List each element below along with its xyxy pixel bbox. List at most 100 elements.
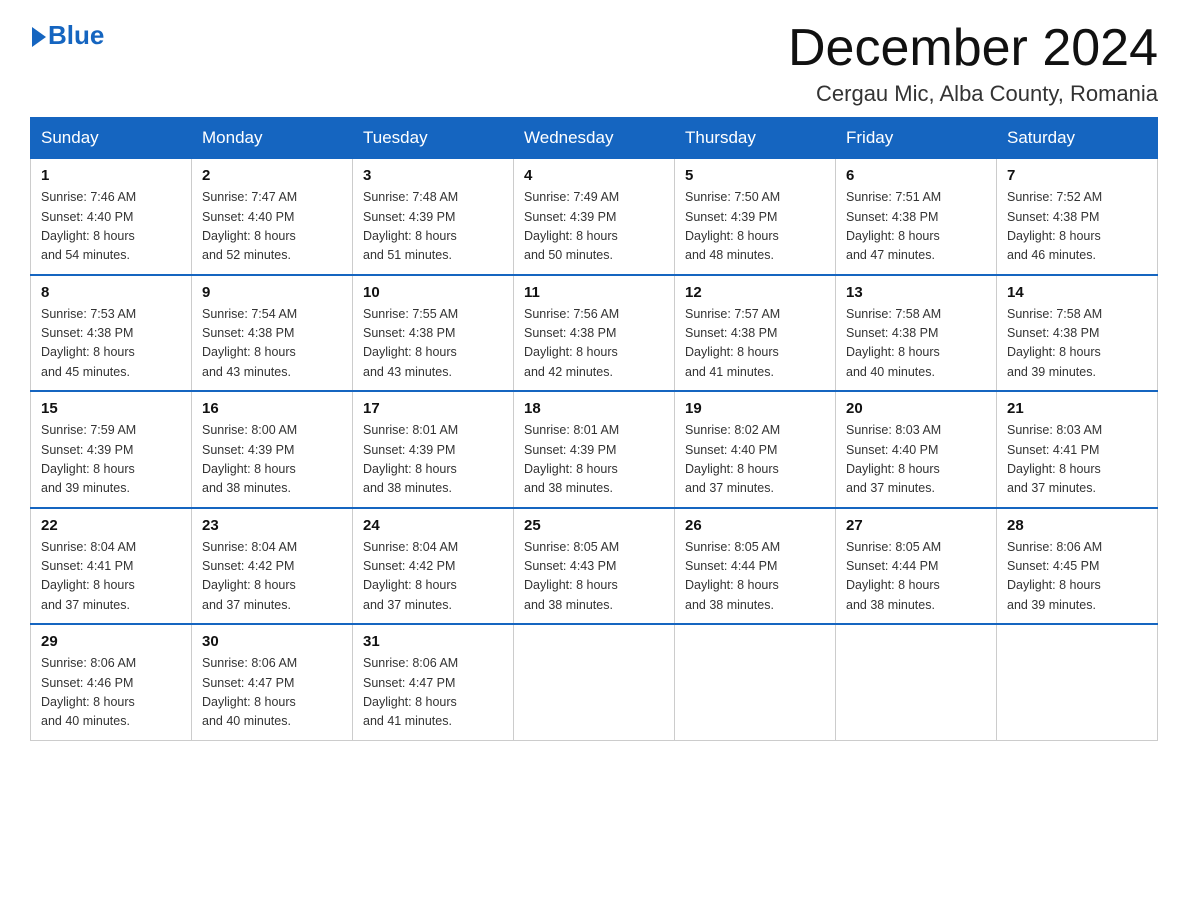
day-number: 21	[1007, 400, 1147, 417]
location-subtitle: Cergau Mic, Alba County, Romania	[788, 81, 1158, 107]
col-header-sunday: Sunday	[31, 118, 192, 159]
calendar-cell: 4 Sunrise: 7:49 AMSunset: 4:39 PMDayligh…	[514, 159, 675, 275]
day-number: 8	[41, 284, 181, 301]
day-info: Sunrise: 7:46 AMSunset: 4:40 PMDaylight:…	[41, 188, 181, 266]
day-info: Sunrise: 7:50 AMSunset: 4:39 PMDaylight:…	[685, 188, 825, 266]
calendar-cell: 24 Sunrise: 8:04 AMSunset: 4:42 PMDaylig…	[353, 508, 514, 625]
logo-blue-text: Blue	[48, 20, 104, 51]
day-info: Sunrise: 8:03 AMSunset: 4:40 PMDaylight:…	[846, 421, 986, 499]
day-number: 23	[202, 517, 342, 534]
calendar-cell: 17 Sunrise: 8:01 AMSunset: 4:39 PMDaylig…	[353, 391, 514, 508]
title-section: December 2024 Cergau Mic, Alba County, R…	[788, 20, 1158, 107]
calendar-cell: 9 Sunrise: 7:54 AMSunset: 4:38 PMDayligh…	[192, 275, 353, 392]
logo: Blue	[30, 20, 104, 51]
calendar-cell: 26 Sunrise: 8:05 AMSunset: 4:44 PMDaylig…	[675, 508, 836, 625]
day-info: Sunrise: 7:49 AMSunset: 4:39 PMDaylight:…	[524, 188, 664, 266]
day-number: 16	[202, 400, 342, 417]
calendar-cell: 19 Sunrise: 8:02 AMSunset: 4:40 PMDaylig…	[675, 391, 836, 508]
day-number: 4	[524, 167, 664, 184]
day-number: 29	[41, 633, 181, 650]
calendar-cell: 31 Sunrise: 8:06 AMSunset: 4:47 PMDaylig…	[353, 624, 514, 740]
calendar-cell: 15 Sunrise: 7:59 AMSunset: 4:39 PMDaylig…	[31, 391, 192, 508]
day-info: Sunrise: 7:56 AMSunset: 4:38 PMDaylight:…	[524, 305, 664, 383]
calendar-cell: 20 Sunrise: 8:03 AMSunset: 4:40 PMDaylig…	[836, 391, 997, 508]
calendar-cell: 7 Sunrise: 7:52 AMSunset: 4:38 PMDayligh…	[997, 159, 1158, 275]
day-info: Sunrise: 8:06 AMSunset: 4:46 PMDaylight:…	[41, 654, 181, 732]
day-number: 24	[363, 517, 503, 534]
calendar-cell: 25 Sunrise: 8:05 AMSunset: 4:43 PMDaylig…	[514, 508, 675, 625]
page-header: Blue December 2024 Cergau Mic, Alba Coun…	[30, 20, 1158, 107]
calendar-cell: 16 Sunrise: 8:00 AMSunset: 4:39 PMDaylig…	[192, 391, 353, 508]
day-number: 14	[1007, 284, 1147, 301]
day-number: 15	[41, 400, 181, 417]
day-number: 6	[846, 167, 986, 184]
day-number: 5	[685, 167, 825, 184]
calendar-cell	[514, 624, 675, 740]
day-number: 30	[202, 633, 342, 650]
day-info: Sunrise: 7:48 AMSunset: 4:39 PMDaylight:…	[363, 188, 503, 266]
calendar-cell	[836, 624, 997, 740]
calendar-header-row: SundayMondayTuesdayWednesdayThursdayFrid…	[31, 118, 1158, 159]
calendar-week-row-5: 29 Sunrise: 8:06 AMSunset: 4:46 PMDaylig…	[31, 624, 1158, 740]
day-info: Sunrise: 8:04 AMSunset: 4:42 PMDaylight:…	[363, 538, 503, 616]
day-info: Sunrise: 7:57 AMSunset: 4:38 PMDaylight:…	[685, 305, 825, 383]
calendar-week-row-2: 8 Sunrise: 7:53 AMSunset: 4:38 PMDayligh…	[31, 275, 1158, 392]
day-number: 13	[846, 284, 986, 301]
calendar-cell: 6 Sunrise: 7:51 AMSunset: 4:38 PMDayligh…	[836, 159, 997, 275]
day-number: 26	[685, 517, 825, 534]
day-number: 3	[363, 167, 503, 184]
calendar-cell: 22 Sunrise: 8:04 AMSunset: 4:41 PMDaylig…	[31, 508, 192, 625]
day-number: 12	[685, 284, 825, 301]
day-info: Sunrise: 8:06 AMSunset: 4:47 PMDaylight:…	[202, 654, 342, 732]
calendar-cell: 18 Sunrise: 8:01 AMSunset: 4:39 PMDaylig…	[514, 391, 675, 508]
calendar-cell	[675, 624, 836, 740]
day-info: Sunrise: 8:03 AMSunset: 4:41 PMDaylight:…	[1007, 421, 1147, 499]
day-info: Sunrise: 7:52 AMSunset: 4:38 PMDaylight:…	[1007, 188, 1147, 266]
col-header-monday: Monday	[192, 118, 353, 159]
col-header-tuesday: Tuesday	[353, 118, 514, 159]
month-title: December 2024	[788, 20, 1158, 77]
calendar-cell: 30 Sunrise: 8:06 AMSunset: 4:47 PMDaylig…	[192, 624, 353, 740]
col-header-wednesday: Wednesday	[514, 118, 675, 159]
calendar-cell: 23 Sunrise: 8:04 AMSunset: 4:42 PMDaylig…	[192, 508, 353, 625]
calendar-cell: 8 Sunrise: 7:53 AMSunset: 4:38 PMDayligh…	[31, 275, 192, 392]
day-info: Sunrise: 8:01 AMSunset: 4:39 PMDaylight:…	[524, 421, 664, 499]
day-info: Sunrise: 8:05 AMSunset: 4:43 PMDaylight:…	[524, 538, 664, 616]
calendar-cell: 27 Sunrise: 8:05 AMSunset: 4:44 PMDaylig…	[836, 508, 997, 625]
day-number: 10	[363, 284, 503, 301]
day-number: 25	[524, 517, 664, 534]
day-info: Sunrise: 8:06 AMSunset: 4:47 PMDaylight:…	[363, 654, 503, 732]
calendar-week-row-3: 15 Sunrise: 7:59 AMSunset: 4:39 PMDaylig…	[31, 391, 1158, 508]
calendar-cell: 13 Sunrise: 7:58 AMSunset: 4:38 PMDaylig…	[836, 275, 997, 392]
calendar-table: SundayMondayTuesdayWednesdayThursdayFrid…	[30, 117, 1158, 741]
day-info: Sunrise: 8:05 AMSunset: 4:44 PMDaylight:…	[685, 538, 825, 616]
calendar-week-row-1: 1 Sunrise: 7:46 AMSunset: 4:40 PMDayligh…	[31, 159, 1158, 275]
calendar-cell: 5 Sunrise: 7:50 AMSunset: 4:39 PMDayligh…	[675, 159, 836, 275]
day-number: 19	[685, 400, 825, 417]
day-number: 1	[41, 167, 181, 184]
day-number: 28	[1007, 517, 1147, 534]
calendar-week-row-4: 22 Sunrise: 8:04 AMSunset: 4:41 PMDaylig…	[31, 508, 1158, 625]
day-info: Sunrise: 7:47 AMSunset: 4:40 PMDaylight:…	[202, 188, 342, 266]
day-info: Sunrise: 8:00 AMSunset: 4:39 PMDaylight:…	[202, 421, 342, 499]
day-info: Sunrise: 8:05 AMSunset: 4:44 PMDaylight:…	[846, 538, 986, 616]
calendar-cell: 14 Sunrise: 7:58 AMSunset: 4:38 PMDaylig…	[997, 275, 1158, 392]
day-number: 7	[1007, 167, 1147, 184]
day-info: Sunrise: 7:51 AMSunset: 4:38 PMDaylight:…	[846, 188, 986, 266]
day-info: Sunrise: 8:06 AMSunset: 4:45 PMDaylight:…	[1007, 538, 1147, 616]
calendar-cell: 28 Sunrise: 8:06 AMSunset: 4:45 PMDaylig…	[997, 508, 1158, 625]
calendar-cell: 3 Sunrise: 7:48 AMSunset: 4:39 PMDayligh…	[353, 159, 514, 275]
day-info: Sunrise: 7:53 AMSunset: 4:38 PMDaylight:…	[41, 305, 181, 383]
day-info: Sunrise: 7:55 AMSunset: 4:38 PMDaylight:…	[363, 305, 503, 383]
day-info: Sunrise: 7:59 AMSunset: 4:39 PMDaylight:…	[41, 421, 181, 499]
day-info: Sunrise: 7:58 AMSunset: 4:38 PMDaylight:…	[1007, 305, 1147, 383]
day-number: 31	[363, 633, 503, 650]
calendar-cell: 2 Sunrise: 7:47 AMSunset: 4:40 PMDayligh…	[192, 159, 353, 275]
calendar-cell: 11 Sunrise: 7:56 AMSunset: 4:38 PMDaylig…	[514, 275, 675, 392]
calendar-cell: 1 Sunrise: 7:46 AMSunset: 4:40 PMDayligh…	[31, 159, 192, 275]
day-number: 18	[524, 400, 664, 417]
day-info: Sunrise: 8:01 AMSunset: 4:39 PMDaylight:…	[363, 421, 503, 499]
day-number: 11	[524, 284, 664, 301]
calendar-cell	[997, 624, 1158, 740]
day-number: 22	[41, 517, 181, 534]
